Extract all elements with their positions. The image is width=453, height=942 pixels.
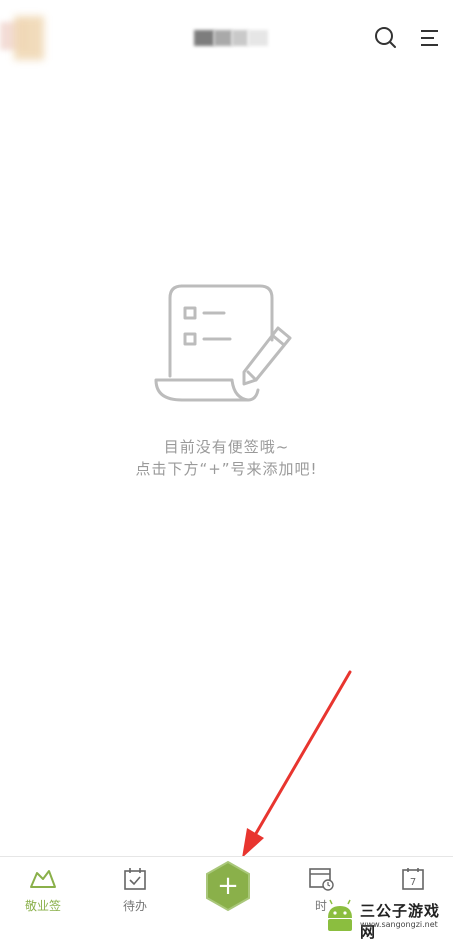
android-robot-icon xyxy=(328,899,352,931)
tab-jingyeqian[interactable]: 敬业签 xyxy=(8,863,78,914)
calendar-badge: 7 xyxy=(410,877,416,888)
logo-icon xyxy=(30,870,56,888)
todo-check-icon xyxy=(124,868,146,890)
tab-label: 敬业签 xyxy=(24,899,61,913)
tab-label: 待办 xyxy=(122,899,147,913)
time-icon xyxy=(309,868,334,891)
red-arrow-annotation xyxy=(242,670,352,858)
watermark: 三公子游戏网 www.sangongzi.net xyxy=(320,896,453,941)
tab-calendar[interactable]: 7 xyxy=(378,863,448,897)
add-button-label: + xyxy=(217,871,239,901)
watermark-url: www.sangongzi.net xyxy=(360,920,438,929)
tab-todo[interactable]: 待办 xyxy=(100,863,170,914)
calendar-icon: 7 xyxy=(402,868,424,890)
add-note-button[interactable]: + xyxy=(204,860,252,912)
